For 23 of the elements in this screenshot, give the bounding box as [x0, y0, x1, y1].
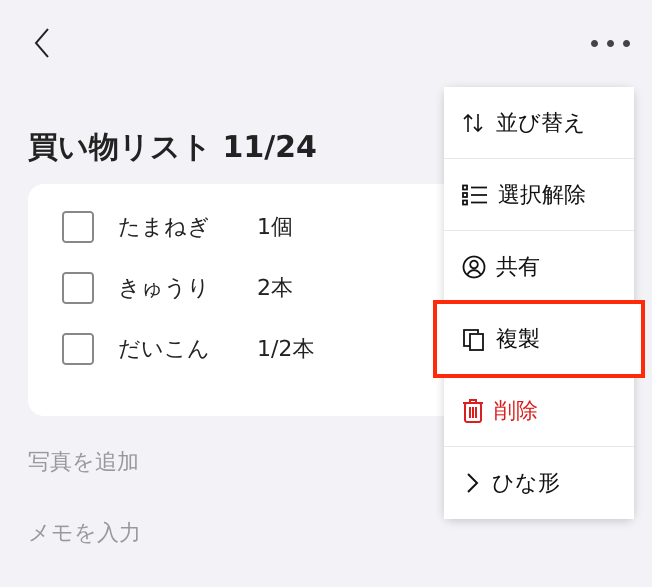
item-name: だいこん — [118, 336, 211, 364]
person-icon — [462, 254, 486, 278]
item-name: たまねぎ — [118, 214, 211, 242]
list-icon — [462, 184, 488, 206]
more-icon[interactable] — [591, 40, 630, 46]
checkbox[interactable] — [62, 333, 94, 365]
back-icon[interactable] — [34, 28, 50, 58]
menu-item[interactable]: ひな形 — [444, 447, 634, 519]
item-name: きゅうり — [118, 275, 211, 303]
menu-item[interactable]: 共有 — [444, 231, 634, 303]
menu-item[interactable]: 選択解除 — [444, 159, 634, 231]
copy-icon — [462, 326, 486, 350]
menu-item[interactable]: 並び替え — [444, 87, 634, 159]
menu-item[interactable]: 複製 — [436, 303, 642, 375]
item-quantity: 1個 — [257, 214, 293, 242]
menu-item[interactable]: 削除 — [444, 375, 634, 447]
checkbox[interactable] — [62, 211, 94, 243]
checkbox[interactable] — [62, 272, 94, 304]
item-quantity: 1/2本 — [257, 336, 314, 364]
memo-field[interactable]: メモを入力 — [28, 518, 328, 548]
item-quantity: 2本 — [257, 275, 293, 303]
note-title: 買い物リスト 11/24 — [28, 129, 318, 167]
trash-icon — [462, 398, 484, 424]
